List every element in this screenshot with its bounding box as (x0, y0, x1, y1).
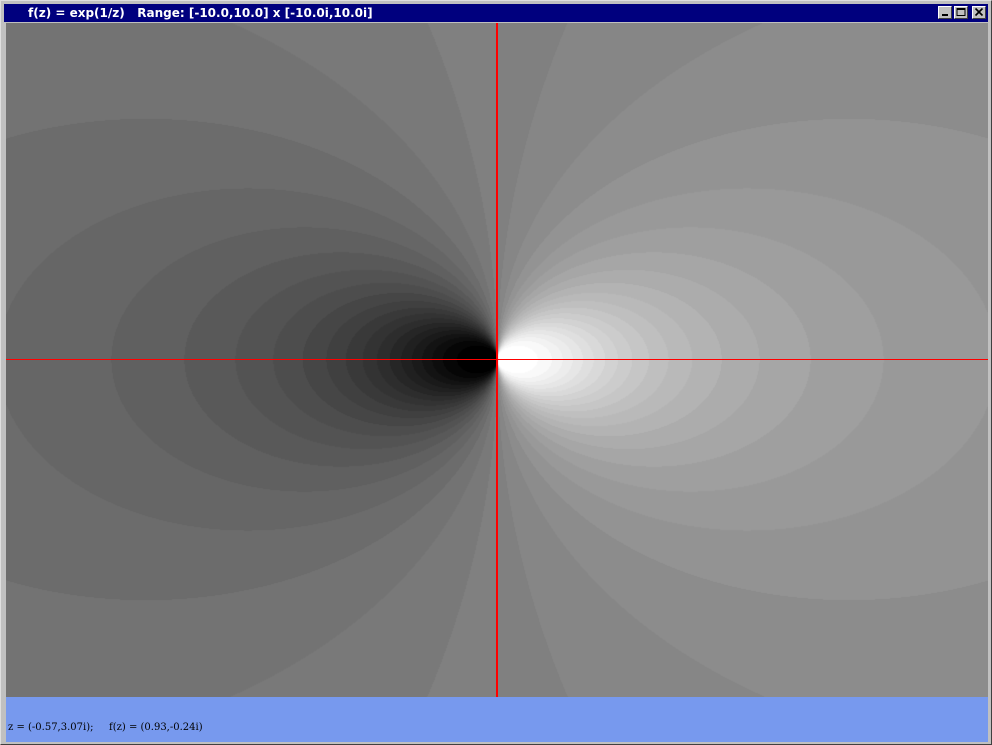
plot-window: f(z) = exp(1/z) Range: [-10.0,10.0] x [-… (0, 0, 992, 745)
function-plot[interactable] (6, 23, 988, 697)
minimize-button[interactable] (938, 6, 952, 19)
window-title: f(z) = exp(1/z) Range: [-10.0,10.0] x [-… (28, 6, 373, 20)
minimize-icon (942, 14, 948, 16)
z-coordinate-readout: z = (-0.57,3.07i); (8, 722, 94, 733)
title-bar[interactable]: f(z) = exp(1/z) Range: [-10.0,10.0] x [-… (4, 4, 988, 39)
function-value-readout: f(z) = (0.93,-0.24i) (109, 722, 203, 733)
status-bar: z = (-0.57,3.07i); f(z) = (0.93,-0.24i) (6, 697, 988, 742)
x-icon[interactable] (8, 6, 48, 39)
maximize-icon (956, 8, 966, 16)
close-button[interactable] (972, 6, 986, 19)
imaginary-axis (496, 23, 498, 697)
close-icon (974, 7, 984, 17)
maximize-button[interactable] (954, 6, 968, 19)
